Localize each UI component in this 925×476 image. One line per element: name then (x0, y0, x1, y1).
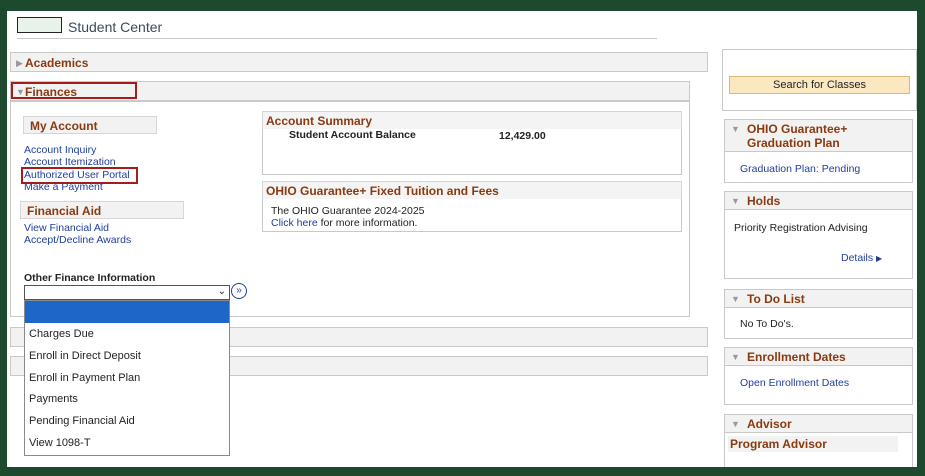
enrollment-heading: ▼ Enrollment Dates (724, 347, 913, 366)
guarantee-year-text: The OHIO Guarantee 2024-2025 (271, 205, 425, 217)
hold-item: Priority Registration Advising (734, 222, 868, 234)
dropdown-option-payment-plan[interactable]: Enroll in Payment Plan (29, 372, 140, 384)
todo-item: No To Do's. (740, 318, 794, 330)
graduation-plan-link[interactable]: Graduation Plan: Pending (740, 163, 860, 175)
finances-highlight-box (11, 82, 137, 99)
todo-heading: ▼ To Do List (724, 289, 913, 308)
guarantee-heading: OHIO Guarantee+ Fixed Tuition and Fees (262, 181, 682, 199)
search-for-classes-button[interactable]: Search for Classes (729, 76, 910, 94)
balance-value: 12,429.00 (499, 130, 546, 142)
other-finance-select[interactable]: ⌄ (24, 285, 230, 300)
dropdown-option-charges-due[interactable]: Charges Due (29, 328, 94, 340)
program-advisor-heading: Program Advisor (728, 436, 898, 452)
view-financial-aid-link[interactable]: View Financial Aid (24, 222, 109, 234)
dropdown-option-payments[interactable]: Payments (29, 393, 78, 405)
triangle-down-icon: ▼ (731, 196, 740, 206)
triangle-right-icon: ▶ (876, 254, 883, 263)
triangle-down-icon: ▼ (731, 419, 740, 429)
holds-heading: ▼ Holds (724, 191, 913, 210)
go-button-icon[interactable]: » (231, 283, 247, 299)
header-divider (17, 38, 657, 39)
triangle-down-icon: ▼ (731, 294, 740, 304)
dropdown-option-pending-aid[interactable]: Pending Financial Aid (29, 415, 135, 427)
my-account-heading: My Account (23, 116, 157, 134)
financial-aid-heading: Financial Aid (20, 201, 184, 219)
guarantee-info-line: Click here for more information. (271, 217, 418, 229)
university-logo (17, 17, 62, 33)
balance-label: Student Account Balance (289, 129, 416, 141)
open-enrollment-link[interactable]: Open Enrollment Dates (740, 377, 849, 389)
holds-details-link[interactable]: Details ▶ (841, 252, 882, 264)
dropdown-option-1098t[interactable]: View 1098-T (29, 437, 91, 449)
academics-section-bar[interactable]: ▶ Academics (10, 52, 708, 72)
other-finance-label: Other Finance Information (24, 272, 156, 284)
chevron-down-icon: ⌄ (217, 286, 226, 297)
dropdown-option-direct-deposit[interactable]: Enroll in Direct Deposit (29, 350, 141, 362)
graduation-plan-heading: ▼ OHIO Guarantee+ Graduation Plan (724, 119, 913, 152)
authorized-portal-highlight-box (21, 167, 138, 184)
academics-section-label: Academics (25, 56, 89, 70)
page-title: Student Center (68, 19, 163, 35)
dropdown-option-blank-selected[interactable] (25, 301, 229, 323)
other-finance-dropdown-list: Charges Due Enroll in Direct Deposit Enr… (24, 300, 230, 456)
advisor-heading: ▼ Advisor (724, 414, 913, 433)
account-inquiry-link[interactable]: Account Inquiry (24, 144, 96, 156)
triangle-down-icon: ▼ (731, 352, 740, 362)
triangle-down-icon: ▼ (731, 124, 740, 134)
student-center-page: Student Center ▶ Academics ▼ Finances My… (7, 11, 917, 467)
triangle-right-icon: ▶ (16, 58, 23, 68)
accept-decline-awards-link[interactable]: Accept/Decline Awards (24, 234, 131, 246)
account-summary-heading: Account Summary (262, 111, 682, 129)
click-here-link[interactable]: Click here (271, 217, 318, 229)
